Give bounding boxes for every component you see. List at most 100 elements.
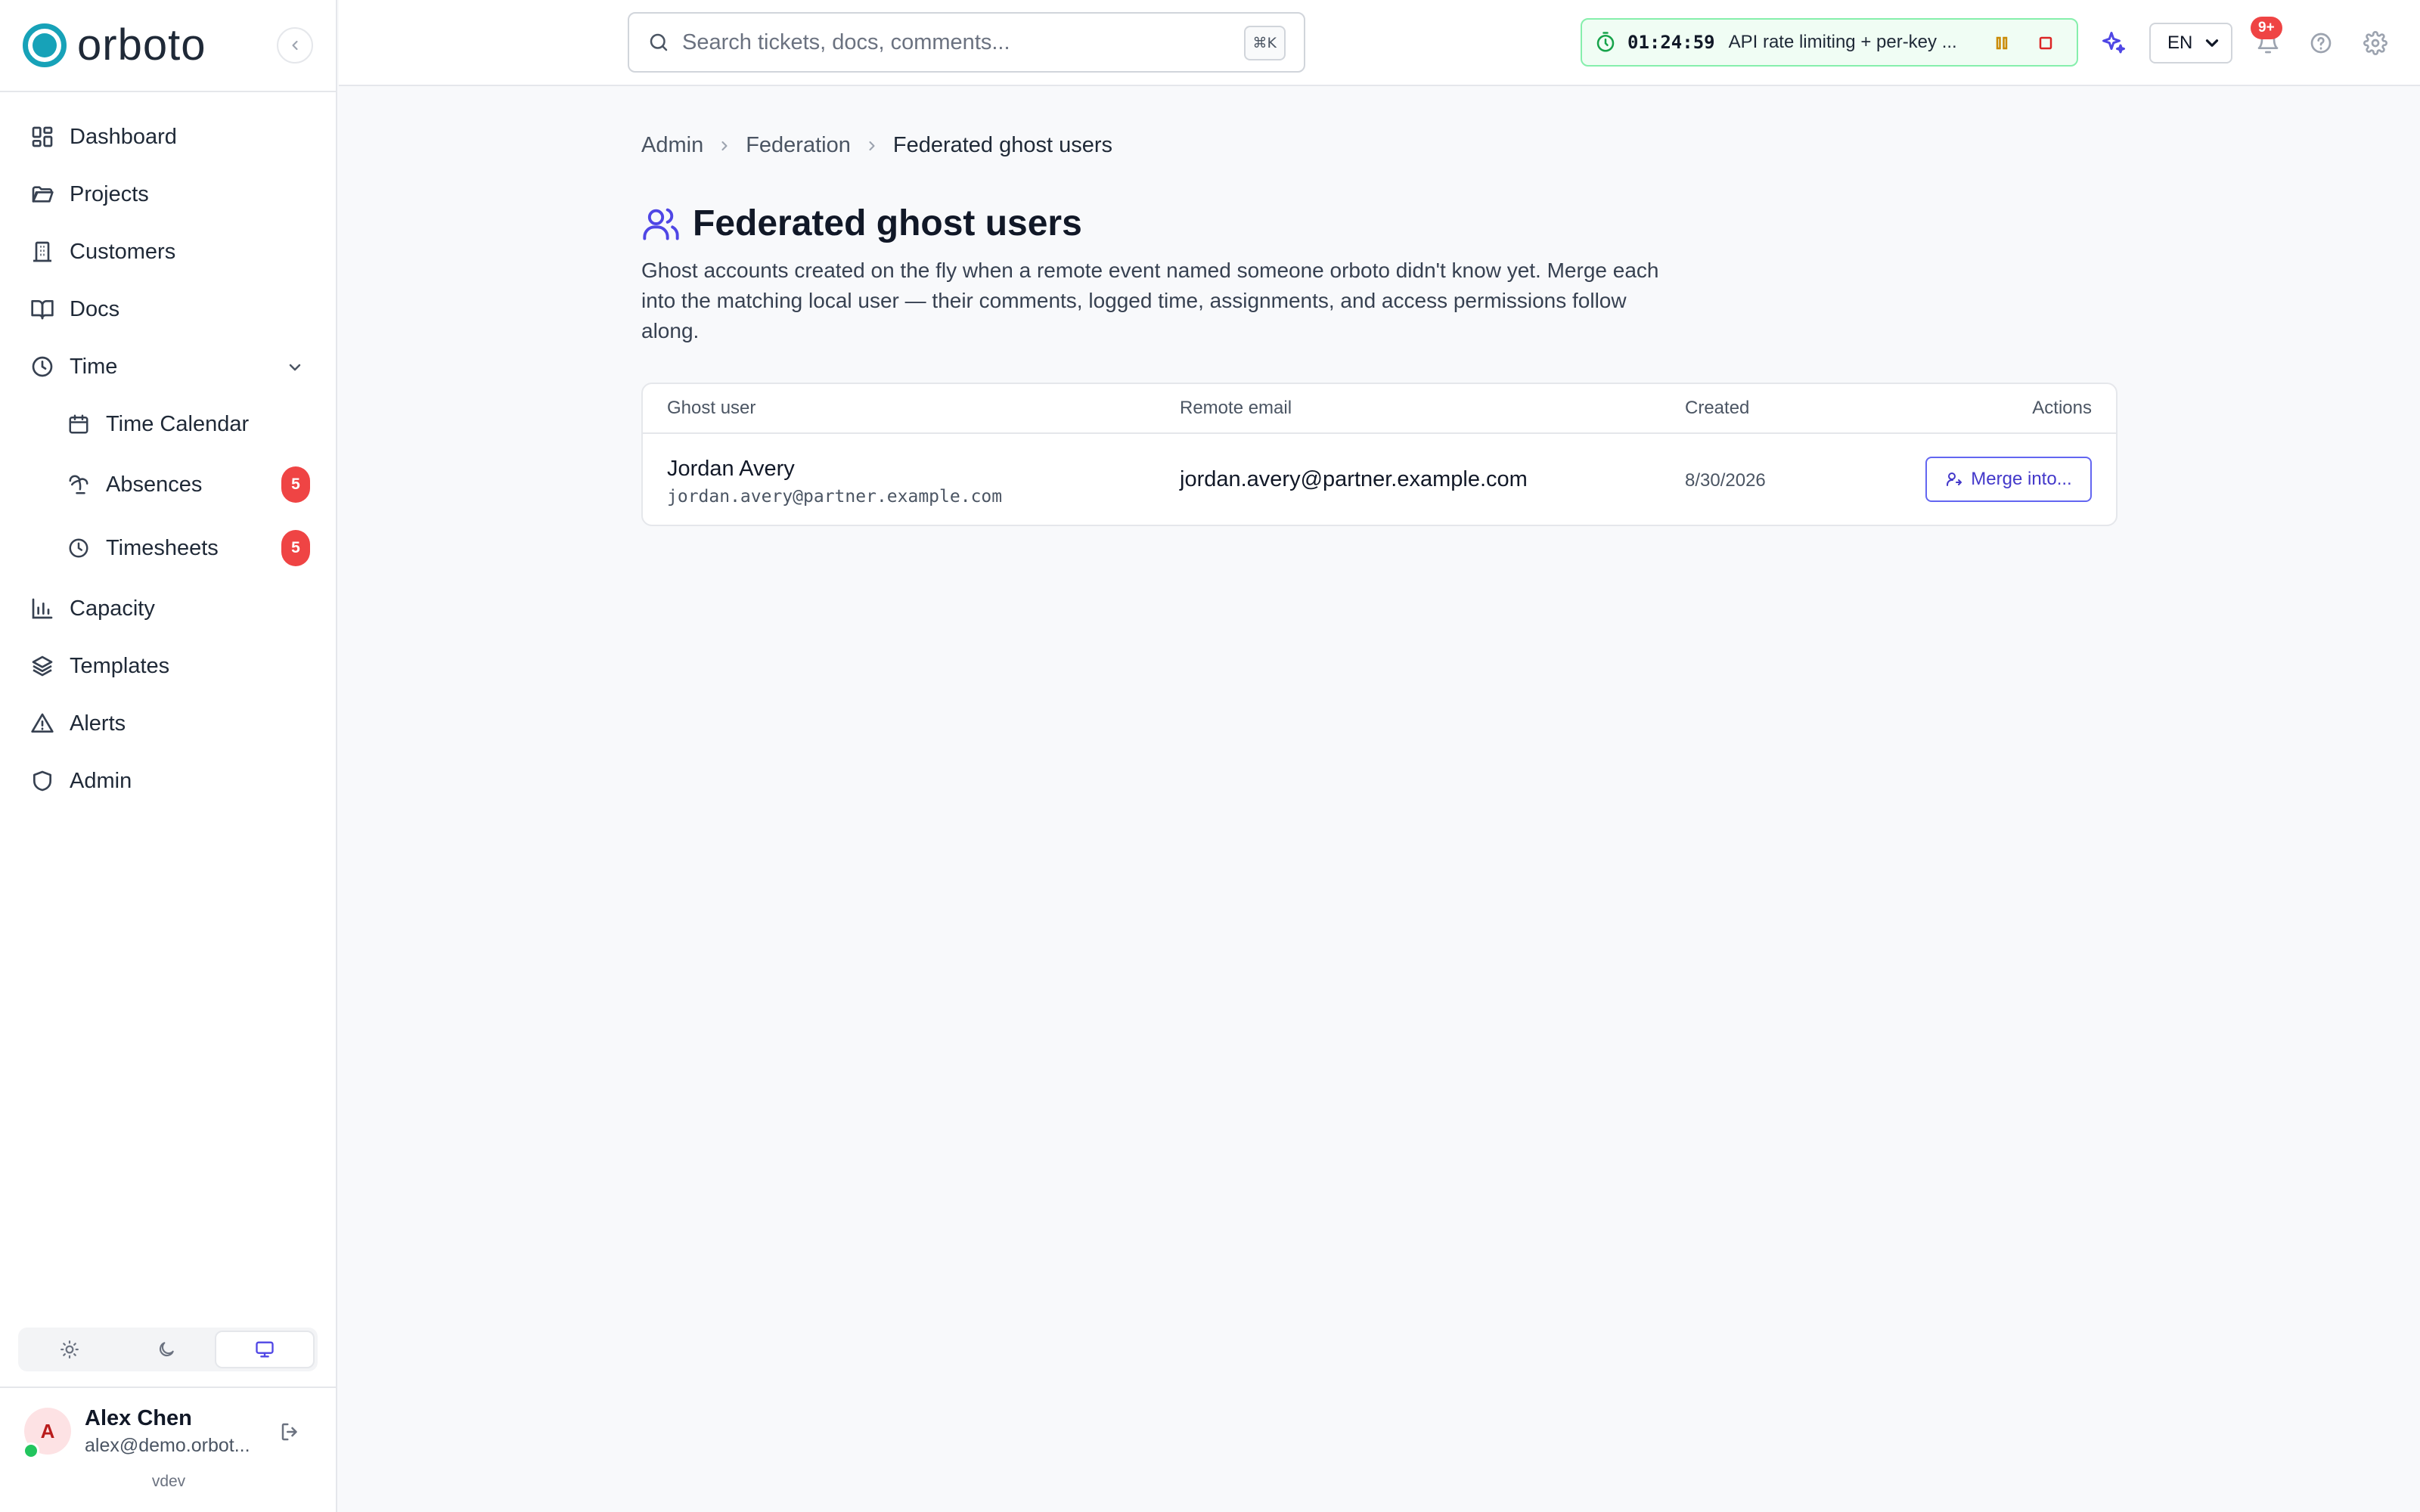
sidebar-item-templates[interactable]: Templates (27, 643, 169, 689)
search-placeholder: Search tickets, docs, comments... (682, 29, 1010, 54)
sidebar-item-label: Time Calendar (106, 411, 250, 436)
ghost-user-name: Jordan Avery (667, 457, 795, 481)
breadcrumb: Admin Federation Federated ghost users (641, 133, 1112, 158)
stop-icon (2039, 36, 2052, 50)
sidebar-item-dashboard[interactable]: Dashboard (27, 114, 177, 160)
top-bar: Search tickets, docs, comments... ⌘K 01:… (339, 0, 2420, 86)
brand[interactable]: orboto (23, 21, 206, 70)
table-row: Jordan Avery jordan.avery@partner.exampl… (643, 434, 2116, 525)
layers-icon (27, 651, 57, 681)
breadcrumb-link-federation[interactable]: Federation (746, 133, 851, 158)
sidebar-item-label: Docs (70, 296, 120, 321)
stopwatch-icon (1596, 32, 1615, 52)
chevron-down-icon (2205, 39, 2219, 47)
column-header-remote-email: Remote email (1180, 398, 1292, 418)
page-title: Federated ghost users (693, 203, 1082, 243)
remote-email: jordan.avery@partner.example.com (1180, 467, 1528, 491)
clock-icon (27, 352, 57, 382)
pause-icon (1996, 36, 2008, 50)
column-header-actions: Actions (2032, 398, 2092, 418)
sidebar-item-label: Templates (70, 653, 170, 678)
sidebar-item-time[interactable]: Time (27, 344, 117, 389)
chevron-right-icon (864, 138, 880, 153)
warning-icon (27, 708, 57, 739)
sidebar-item-label: Projects (70, 181, 149, 206)
sidebar-item-admin[interactable]: Admin (27, 758, 132, 804)
page-header: Federated ghost users (641, 203, 1082, 244)
search-icon (650, 33, 668, 51)
sun-icon (60, 1340, 79, 1359)
ghost-users-table: Ghost user Remote email Created Actions … (641, 383, 2118, 526)
app-version: vdev (151, 1473, 186, 1490)
count-badge: 5 (281, 466, 310, 503)
user-name: Alex Chen (85, 1406, 192, 1430)
folder-icon (27, 179, 57, 209)
chevron-down-icon[interactable] (280, 352, 310, 383)
search-input[interactable]: Search tickets, docs, comments... ⌘K (628, 12, 1305, 73)
chevron-left-icon (292, 40, 298, 51)
table-header: Ghost user Remote email Created Actions (643, 384, 2116, 434)
breadcrumb-link-admin[interactable]: Admin (641, 133, 703, 158)
sidebar-item-label: Absences (106, 472, 203, 497)
orboto-logo-icon (23, 23, 67, 67)
users-icon (643, 208, 679, 240)
logout-button[interactable] (275, 1417, 306, 1447)
sidebar-item-capacity[interactable]: Capacity (27, 586, 155, 631)
sidebar-item-label: Admin (70, 768, 132, 793)
merge-into-label: Merge into... (1971, 469, 2072, 489)
brand-name: orboto (77, 20, 206, 70)
language-select[interactable]: EN (2149, 23, 2232, 64)
breadcrumb-current: Federated ghost users (892, 133, 1113, 157)
collapse-sidebar-button[interactable] (277, 27, 313, 64)
keyboard-shortcut-hint: ⌘K (1243, 26, 1286, 60)
gear-icon (2363, 31, 2387, 55)
ai-assistant-button[interactable] (2096, 26, 2131, 60)
sidebar-item-alerts[interactable]: Alerts (27, 701, 126, 746)
shield-icon (27, 766, 57, 796)
chevron-right-icon (717, 138, 732, 153)
active-timer[interactable]: 01:24:59 API rate limiting + per-key ... (1581, 18, 2078, 67)
timer-elapsed: 01:24:59 (1627, 32, 1715, 53)
theme-light-button[interactable] (21, 1331, 118, 1368)
sidebar-item-time-calendar[interactable]: Time Calendar (64, 401, 249, 447)
monitor-icon (256, 1341, 274, 1358)
stop-timer-button[interactable] (2033, 30, 2059, 56)
sidebar-item-label: Dashboard (70, 124, 177, 149)
user-profile[interactable]: A Alex Chen alex@demo.orbot... (23, 1406, 318, 1459)
sidebar-item-absences[interactable]: Absences 5 (64, 462, 310, 507)
theme-system-button[interactable] (215, 1331, 315, 1368)
merge-into-button[interactable]: Merge into... (1925, 457, 2092, 502)
online-status-dot (23, 1442, 39, 1459)
bar-chart-icon (27, 593, 57, 624)
created-date: 8/30/2026 (1685, 470, 1766, 491)
notifications-badge: 9+ (2251, 17, 2282, 39)
page-description: Ghost accounts created on the fly when a… (641, 259, 1659, 342)
help-button[interactable] (2304, 26, 2338, 60)
language-value: EN (2167, 33, 2193, 53)
calendar-icon (64, 409, 94, 439)
divider (0, 91, 337, 92)
theme-dark-button[interactable] (118, 1331, 215, 1368)
sidebar-item-docs[interactable]: Docs (27, 287, 119, 332)
sidebar-item-projects[interactable]: Projects (27, 172, 149, 217)
sidebar: orboto Dashboard Projects Customers Docs (0, 0, 337, 1512)
pause-timer-button[interactable] (1989, 30, 2015, 56)
help-icon (2310, 33, 2332, 54)
sidebar-item-label: Time (70, 354, 118, 379)
moon-icon (159, 1342, 174, 1357)
sidebar-item-timesheets[interactable]: Timesheets 5 (64, 525, 310, 571)
clock-icon (64, 533, 94, 563)
user-merge-icon (1947, 472, 1962, 486)
divider (0, 1387, 337, 1388)
column-header-ghost-user: Ghost user (667, 398, 756, 418)
settings-button[interactable] (2358, 26, 2393, 60)
sidebar-item-label: Timesheets (106, 535, 219, 560)
timer-task-name: API rate limiting + per-key ... (1728, 32, 1957, 52)
sidebar-item-customers[interactable]: Customers (27, 229, 175, 274)
sidebar-item-label: Customers (70, 239, 176, 264)
sidebar-item-label: Capacity (70, 596, 155, 621)
sidebar-item-label: Alerts (70, 711, 126, 736)
book-icon (27, 294, 57, 324)
logout-icon (281, 1423, 297, 1441)
user-email: alex@demo.orbot... (85, 1435, 250, 1456)
